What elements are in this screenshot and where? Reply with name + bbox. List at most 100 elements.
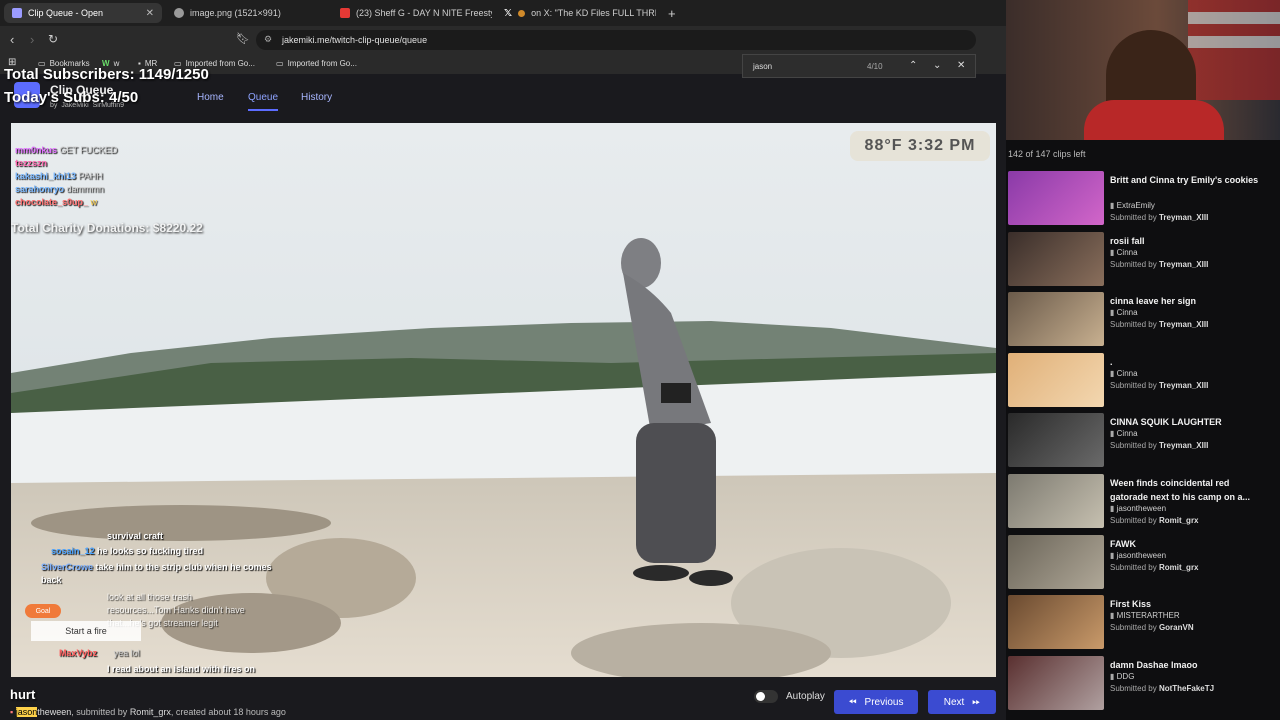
twitch-icon: ▮ bbox=[1110, 611, 1115, 621]
fast-forward-icon: ⏩︎ bbox=[972, 696, 981, 708]
nav-home[interactable]: Home bbox=[197, 92, 224, 103]
queue-clip-item[interactable]: . ▮ Cinna Submitted by Treyman_XIII bbox=[1008, 352, 1268, 409]
queue-clip-item[interactable]: First Kiss ▮ MISTERARTHER Submitted by Gor… bbox=[1008, 595, 1268, 651]
channel-icon: ▪ bbox=[10, 707, 14, 717]
find-previous-icon[interactable]: ⌃ bbox=[909, 60, 917, 71]
clip-channel: ▮ Cinna bbox=[1110, 429, 1138, 439]
clip-thumbnail bbox=[1008, 413, 1104, 468]
queue-clip-item[interactable]: Ween finds coincidental red gatorade nex… bbox=[1008, 474, 1268, 530]
close-find-icon[interactable]: ✕ bbox=[957, 60, 965, 71]
tab-title: Clip Queue - Open bbox=[28, 8, 104, 18]
clip-submitter: Submitted by NotTheFakeTJ bbox=[1110, 683, 1215, 693]
clip-title: CINNA SQUIK LAUGHTER bbox=[1110, 417, 1222, 428]
find-bar: jason 4/10 ⌃ ⌄ ✕ bbox=[742, 54, 976, 78]
back-icon[interactable]: ‹ bbox=[10, 32, 14, 47]
queue-count: 142 of 147 clips left bbox=[1008, 149, 1086, 159]
clip-thumbnail bbox=[1008, 534, 1104, 589]
chat-line: I read about an island with fires on rec… bbox=[107, 664, 256, 674]
weather-time-overlay: 88°F 3:32 PM bbox=[850, 131, 990, 161]
reload-icon[interactable]: ↻ bbox=[48, 32, 58, 46]
clip-title: Britt and Cinna try Emily's cookies bbox=[1110, 175, 1259, 185]
twitch-icon: ▮ bbox=[1110, 201, 1115, 210]
clip-thumbnail bbox=[1008, 231, 1104, 286]
clip-meta: ▪ jasontheween, submitted by Romit_grx, … bbox=[10, 707, 286, 717]
autoplay-label: Autoplay bbox=[786, 691, 825, 702]
twitch-icon: ▮ bbox=[1110, 247, 1115, 257]
bookmark-item[interactable]: ▭ Imported from Go... bbox=[276, 59, 357, 68]
toggle-knob bbox=[756, 692, 765, 701]
find-input[interactable]: jason bbox=[753, 62, 772, 71]
clip-submitter: Submitted by GoranVN bbox=[1110, 623, 1194, 633]
clip-thumbnail bbox=[1008, 171, 1104, 225]
nav-queue[interactable]: Queue bbox=[248, 92, 279, 111]
clip-submitter: Submitted by Treyman_XIII bbox=[1110, 320, 1209, 330]
video-player[interactable]: mm0nkus GET FUCKED tezzszn kakashi_khi13… bbox=[11, 123, 996, 677]
tab-x[interactable]: 𝕏 on X: "The KD Files FULL THREAD… bbox=[496, 3, 656, 23]
clip-channel: ▮ Cinna bbox=[1110, 308, 1138, 318]
close-tab-icon[interactable]: ✕ bbox=[146, 8, 154, 19]
flag-decoration bbox=[1188, 0, 1280, 100]
channel-name[interactable]: theween bbox=[37, 707, 71, 717]
bookmark-icon[interactable]: 🔖︎ bbox=[236, 32, 250, 45]
queue-clip-item[interactable]: CINNA SQUIK LAUGHTER ▮ Cinna Submitted by … bbox=[1008, 413, 1268, 469]
queue-clip-item[interactable]: Britt and Cinna try Emily's cookies ▮ Ext… bbox=[1008, 171, 1268, 227]
clip-thumbnail bbox=[1008, 352, 1104, 407]
nav-history[interactable]: History bbox=[301, 92, 332, 103]
chat-line: chocolate_s0up_ w bbox=[15, 197, 98, 207]
tab-title: on X: "The KD Files FULL THREAD… bbox=[531, 8, 656, 18]
clip-submitter: Submitted by Treyman_XIII bbox=[1110, 213, 1209, 222]
new-tab-button[interactable]: + bbox=[660, 3, 680, 23]
clip-channel: ▮ DDG bbox=[1110, 671, 1135, 681]
address-bar[interactable]: ⚙ jakemiki.me/twitch-clip-queue/queue bbox=[256, 30, 976, 50]
queue-clip-item[interactable]: FAWK ▮ jasontheween Submitted by Romit_grx bbox=[1008, 534, 1268, 591]
chat-line: sosain_12 he looks so fucking tired bbox=[51, 546, 204, 556]
find-next-icon[interactable]: ⌄ bbox=[933, 60, 941, 71]
clip-submitter: Submitted by Treyman_XIII bbox=[1110, 259, 1209, 269]
clip-title: cinna leave her sign bbox=[1110, 296, 1197, 307]
find-highlight[interactable]: jason bbox=[15, 707, 38, 717]
twitch-icon: ▮ bbox=[1110, 368, 1115, 378]
site-info-icon[interactable]: ⚙ bbox=[264, 34, 272, 45]
clip-thumbnail bbox=[1008, 292, 1104, 347]
clip-channel: ▮ jasontheween bbox=[1110, 550, 1167, 560]
tab-clip-queue[interactable]: Clip Queue - Open ✕ bbox=[4, 3, 162, 23]
find-count: 4/10 bbox=[867, 62, 883, 71]
queue-clip-item[interactable]: cinna leave her sign ▮ Cinna Submitted by … bbox=[1008, 292, 1268, 348]
autoplay-toggle[interactable] bbox=[754, 690, 778, 703]
twitch-icon: ▮ bbox=[1110, 429, 1115, 439]
queue-clip-item[interactable]: damn Dashae lmaoo ▮ DDG Submitted by NotTh… bbox=[1008, 655, 1268, 712]
chat-line: sarahonryo dammmn bbox=[15, 184, 105, 194]
clip-title: FAWK bbox=[1110, 538, 1136, 549]
url-text: jakemiki.me/twitch-clip-queue/queue bbox=[282, 35, 428, 45]
clip-title: rosii fall bbox=[1110, 235, 1145, 246]
tab-image[interactable]: image.png (1521×991) bbox=[166, 3, 330, 23]
goal-progress-label: Start a fire bbox=[31, 621, 141, 641]
clip-submitter: Submitted by Romit_grx bbox=[1110, 516, 1199, 525]
charity-donations: Total Charity Donations: $8220.22 bbox=[11, 221, 203, 235]
twitch-icon: ▮ bbox=[1110, 671, 1115, 681]
clip-title: . bbox=[1110, 356, 1113, 367]
tab-youtube[interactable]: (23) Sheff G - DAY N NITE Freestyle (… bbox=[332, 3, 492, 23]
clip-channel: ▮ Cinna bbox=[1110, 247, 1138, 257]
clip-title: Ween finds coincidental red gatorade nex… bbox=[1110, 478, 1251, 502]
forward-icon[interactable]: › bbox=[30, 32, 34, 47]
clip-submitter: Submitted by Romit_grx bbox=[1110, 562, 1199, 572]
chat-line: survival craft bbox=[107, 531, 164, 541]
rewind-icon: ⏪︎ bbox=[848, 696, 857, 708]
next-button[interactable]: Next ⏩︎ bbox=[928, 690, 996, 714]
tab-title: image.png (1521×991) bbox=[190, 8, 281, 18]
folder-icon: ▭ bbox=[276, 59, 284, 68]
clip-channel: ▮ Cinna bbox=[1110, 368, 1138, 378]
subs-today: Today's Subs: 4/50 bbox=[4, 89, 139, 106]
youtube-icon bbox=[340, 8, 350, 18]
clip-submitter: Submitted by Treyman_XIII bbox=[1110, 441, 1209, 451]
x-logo-icon: 𝕏 bbox=[504, 7, 513, 19]
chat-line: tezzszn bbox=[15, 158, 48, 168]
goal-badge: Goal bbox=[25, 604, 61, 618]
clip-channel: ▮ MISTERARTHER bbox=[1110, 611, 1180, 621]
clip-thumbnail bbox=[1008, 655, 1104, 710]
previous-button[interactable]: ⏪︎ Previous bbox=[834, 690, 918, 714]
clip-channel: ▮ ExtraEmily bbox=[1110, 201, 1155, 210]
clip-thumbnail bbox=[1008, 474, 1104, 528]
queue-clip-item[interactable]: rosii fall ▮ Cinna Submitted by Treyman_XI… bbox=[1008, 231, 1268, 288]
